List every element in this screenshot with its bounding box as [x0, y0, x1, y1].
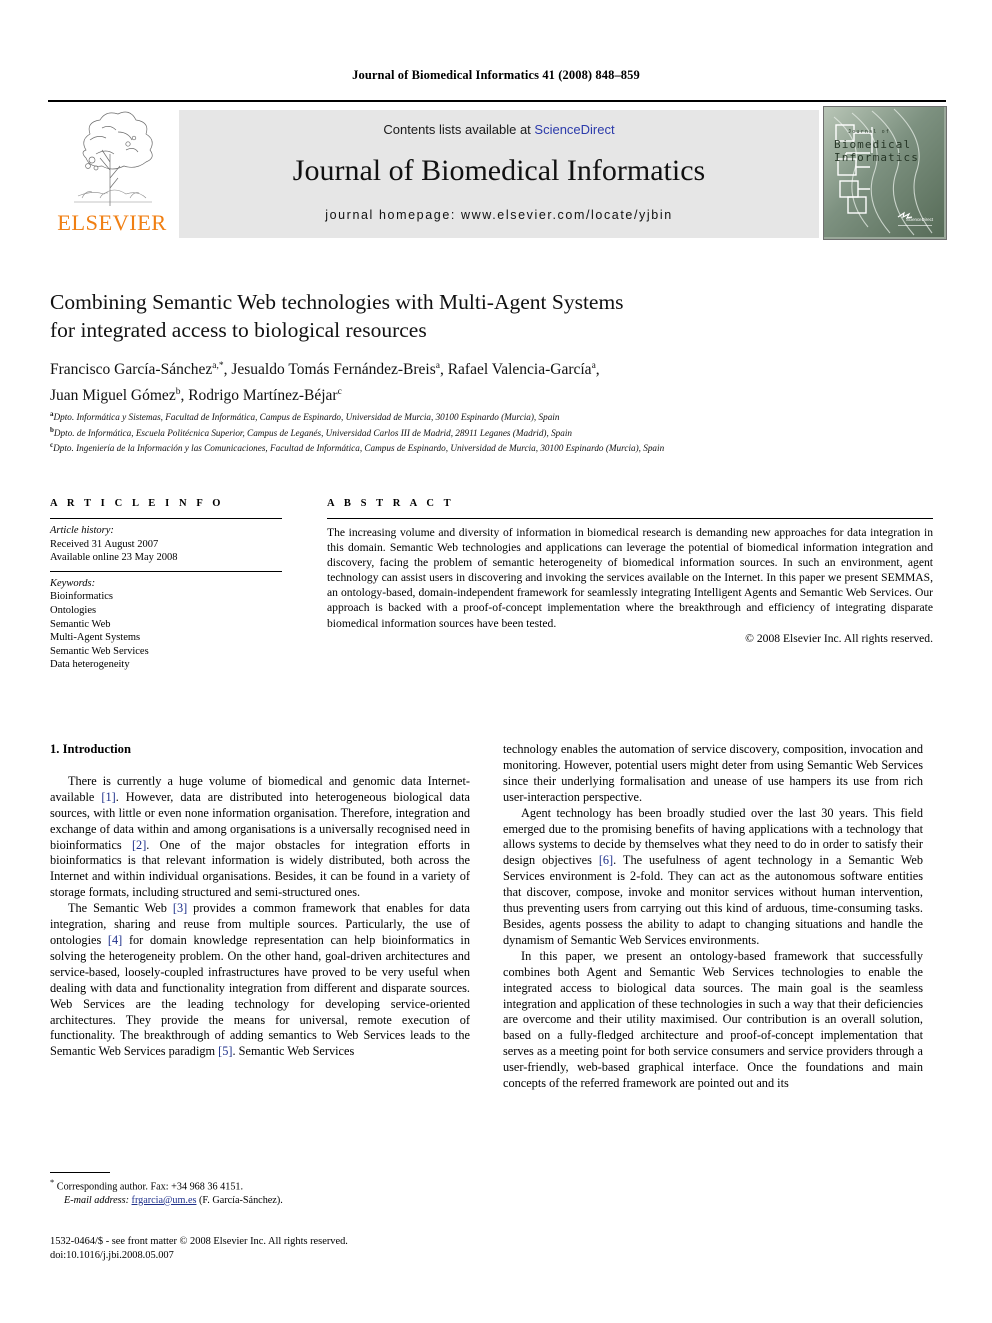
affiliation-item: cDpto. Ingeniería de la Información y la…: [50, 439, 930, 455]
citation-reference[interactable]: [4]: [108, 933, 122, 947]
author-name: , Jesualdo Tomás Fernández-Breis: [223, 361, 436, 379]
article-history-online: Available online 23 May 2008: [50, 552, 178, 564]
body-text: . The usefulness of agent technology in …: [503, 853, 923, 947]
cover-line1: Journal of: [848, 129, 890, 135]
article-title-line-2: for integrated access to biological reso…: [50, 318, 427, 342]
keyword-item: Semantic Web Services: [50, 645, 149, 657]
keyword-item: Ontologies: [50, 604, 97, 616]
article-title-line-1: Combining Semantic Web technologies with…: [50, 290, 624, 314]
journal-homepage-line: journal homepage: www.elsevier.com/locat…: [325, 208, 673, 222]
abstract-copyright: © 2008 Elsevier Inc. All rights reserved…: [745, 631, 933, 645]
cover-line3: Informatics: [834, 151, 919, 164]
email-suffix: (F. García-Sánchez).: [196, 1194, 283, 1206]
abstract-box: A B S T R A C T The increasing volume an…: [327, 498, 933, 645]
journal-masthead: ELSEVIER Contents lists available at Sci…: [48, 100, 947, 242]
body-text: In this paper, we present an ontology-ba…: [503, 948, 923, 1091]
body-text: for domain knowledge representation can …: [50, 932, 470, 1059]
affiliation-text: Dpto. Informática y Sistemas, Facultad d…: [53, 412, 560, 423]
footnote-rule: [50, 1172, 110, 1173]
author-line-2: Juan Miguel Gómezb, Rodrigo Martínez-Béj…: [50, 381, 900, 407]
author-affil-marker: a,*: [212, 361, 224, 371]
author-list: Francisco García-Sáncheza,*, Jesualdo To…: [50, 355, 900, 407]
left-paragraphs: There is currently a huge volume of biom…: [50, 774, 470, 1060]
author-line-1: Francisco García-Sáncheza,*, Jesualdo To…: [50, 355, 900, 381]
citation-reference[interactable]: [3]: [173, 901, 187, 915]
author-name: , Rodrigo Martínez-Béjar: [180, 387, 338, 405]
author-name: Juan Miguel Gómez: [50, 387, 176, 405]
email-label: E-mail address:: [64, 1194, 129, 1206]
sciencedirect-link[interactable]: ScienceDirect: [534, 122, 614, 137]
journal-band: Contents lists available at ScienceDirec…: [179, 110, 819, 238]
affiliation-text: Dpto. de Informática, Escuela Politécnic…: [53, 427, 573, 438]
article-history-group: Article history: Received 31 August 2007…: [50, 519, 282, 571]
body-text: The Semantic Web: [68, 901, 173, 916]
imprint-block: 1532-0464/$ - see front matter © 2008 El…: [50, 1235, 510, 1262]
keywords-label: Keywords:: [50, 577, 96, 589]
article-info-box: A R T I C L E I N F O Article history: R…: [50, 498, 282, 678]
author-name: Francisco García-Sánchez: [50, 361, 213, 379]
body-column-left: 1. Introduction There is currently a hug…: [50, 742, 470, 1060]
citation-reference[interactable]: [1]: [101, 790, 115, 804]
issn-copyright-line: 1532-0464/$ - see front matter © 2008 El…: [50, 1236, 348, 1247]
body-text: technology enables the automation of ser…: [503, 742, 923, 804]
journal-cover-thumbnail: Journal of Biomedical Informatics Scienc…: [823, 106, 947, 240]
article-title: Combining Semantic Web technologies with…: [50, 288, 880, 344]
cover-art: Journal of Biomedical Informatics Scienc…: [824, 107, 944, 237]
article-history-label: Article history:: [50, 525, 114, 536]
keywords-group: Keywords: Bioinformatics Ontologies Sema…: [50, 572, 282, 678]
citation-reference[interactable]: [6]: [599, 853, 613, 867]
article-info-heading: A R T I C L E I N F O: [50, 498, 225, 509]
body-column-right: technology enables the automation of ser…: [503, 742, 923, 1092]
affiliation-text: Dpto. Ingeniería de la Información y las…: [53, 443, 665, 454]
right-paragraphs: technology enables the automation of ser…: [503, 742, 923, 1092]
keyword-item: Bioinformatics: [50, 591, 113, 603]
body-paragraph: There is currently a huge volume of biom…: [50, 774, 470, 901]
email-note: E-mail address: frgarcia@um.es (F. Garcí…: [50, 1194, 470, 1207]
elsevier-wordmark: ELSEVIER: [57, 210, 167, 235]
email-link[interactable]: frgarcia@um.es: [132, 1195, 197, 1206]
journal-title: Journal of Biomedical Informatics: [292, 154, 706, 187]
body-paragraph: The Semantic Web [3] provides a common f…: [50, 901, 470, 1060]
running-head: Journal of Biomedical Informatics 41 (20…: [352, 68, 640, 82]
keyword-item: Semantic Web: [50, 618, 111, 630]
corresponding-author-note: * Corresponding author. Fax: +34 968 36 …: [50, 1176, 470, 1194]
corresponding-author-text: Corresponding author. Fax: +34 968 36 41…: [56, 1181, 244, 1193]
section-heading-introduction: 1. Introduction: [50, 742, 131, 756]
cover-line2: Biomedical: [834, 138, 911, 151]
citation-reference[interactable]: [5]: [218, 1044, 232, 1058]
elsevier-logo: ELSEVIER: [48, 110, 176, 238]
article-history-received: Received 31 August 2007: [50, 538, 159, 550]
contents-prefix: Contents lists available at: [383, 122, 535, 137]
author-affil-marker: c: [337, 387, 342, 398]
author-sep: ,: [595, 361, 600, 379]
footnote-marker: *: [50, 1177, 55, 1187]
citation-reference[interactable]: [2]: [132, 838, 146, 852]
keyword-item: Multi-Agent Systems: [50, 632, 141, 644]
affiliation-item: aDpto. Informática y Sistemas, Facultad …: [50, 408, 930, 424]
doi-line: doi:10.1016/j.jbi.2008.05.007: [50, 1249, 174, 1261]
abstract-text: The increasing volume and diversity of i…: [327, 526, 933, 630]
paper-page: Journal of Biomedical Informatics 41 (20…: [0, 0, 992, 1323]
keyword-item: Data heterogeneity: [50, 659, 130, 671]
author-name: , Rafael Valencia-García: [439, 361, 592, 379]
elsevier-tree-icon: [74, 111, 153, 206]
svg-text:ScienceDirect: ScienceDirect: [906, 217, 934, 222]
abstract-heading: A B S T R A C T: [327, 498, 455, 509]
body-paragraph: Agent technology has been broadly studie…: [503, 806, 923, 949]
affiliation-item: bDpto. de Informática, Escuela Politécni…: [50, 424, 930, 440]
affiliation-list: aDpto. Informática y Sistemas, Facultad …: [50, 408, 930, 455]
body-paragraph: In this paper, we present an ontology-ba…: [503, 949, 923, 1092]
contents-available-line: Contents lists available at ScienceDirec…: [179, 122, 819, 137]
body-text: . Semantic Web Services: [232, 1044, 355, 1059]
footnote-block: * Corresponding author. Fax: +34 968 36 …: [50, 1176, 470, 1207]
body-paragraph: technology enables the automation of ser…: [503, 742, 923, 806]
